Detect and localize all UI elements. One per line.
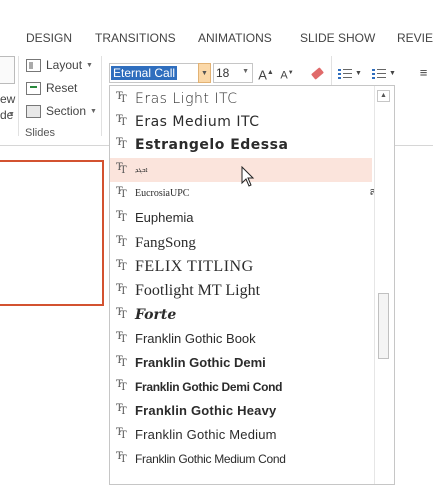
truetype-font-icon: [116, 137, 129, 151]
font-name-label: Franklin Gothic Medium: [135, 427, 277, 442]
numbering-icon[interactable]: ▼: [372, 63, 402, 83]
section-label: Section: [46, 104, 87, 118]
font-name-label: Franklin Gothic Demi Cond: [135, 380, 283, 394]
tab-animations[interactable]: ANIMATIONS: [198, 31, 272, 45]
font-list-item[interactable]: Forte: [110, 303, 372, 327]
chevron-down-icon[interactable]: ▼: [8, 111, 15, 118]
font-name-label: Franklin Gothic Demi: [135, 355, 266, 370]
truetype-font-icon: [116, 210, 129, 224]
font-list-item[interactable]: Eras Light ITC: [110, 87, 372, 111]
group-divider: [101, 56, 102, 136]
section-icon: [26, 104, 41, 118]
font-name-label: Franklin Gothic Medium Cond: [135, 452, 286, 466]
slides-group-label: Slides: [25, 127, 55, 139]
font-name-input[interactable]: Eternal Call: [111, 66, 178, 80]
truetype-font-icon: [116, 355, 129, 369]
reset-button[interactable]: Reset: [26, 79, 77, 97]
font-name-label: Eras Medium ITC: [135, 114, 260, 130]
font-list-item[interactable]: FangSong: [110, 231, 372, 255]
font-name-label: EucrosiaUPC: [135, 188, 190, 199]
chevron-down-icon[interactable]: ▼: [242, 68, 249, 75]
truetype-font-icon: [116, 186, 129, 200]
slide-thumbnail[interactable]: [0, 160, 104, 306]
truetype-font-icon: [116, 259, 129, 273]
font-list-item[interactable]: Franklin Gothic Medium Cond: [110, 447, 372, 471]
group-divider: [18, 56, 19, 136]
font-name-label: Estrangelo Edessa: [135, 137, 289, 153]
reset-label: Reset: [46, 81, 78, 95]
font-name-label: Eras Light ITC: [135, 91, 238, 107]
scrollbar[interactable]: ▲: [374, 86, 394, 484]
ribbon-tab-bar: DESIGN TRANSITIONS ANIMATIONS SLIDE SHOW…: [0, 0, 433, 50]
font-name-combobox[interactable]: Eternal Call: [109, 63, 210, 83]
increase-font-size-icon[interactable]: A▲: [257, 63, 275, 83]
tab-design[interactable]: DESIGN: [26, 31, 72, 45]
scroll-up-icon[interactable]: ▲: [377, 90, 390, 102]
truetype-font-icon: [116, 331, 129, 345]
mouse-cursor-icon: [241, 166, 255, 187]
truetype-font-icon: [116, 91, 129, 105]
truetype-font-icon: [116, 451, 129, 465]
decrease-font-size-icon[interactable]: A▼: [278, 63, 296, 83]
font-dropdown-list: Eras Light ITC Eras Medium ITC Estrangelo …: [109, 85, 395, 485]
truetype-font-icon: [116, 427, 129, 441]
new-slide-label[interactable]: ew: [0, 92, 15, 106]
font-name-label: FELIX TITLING: [135, 258, 254, 275]
scrollbar-thumb[interactable]: [378, 293, 389, 359]
chevron-down-icon: ▼: [90, 107, 97, 115]
toolbar-divider: [331, 56, 332, 86]
truetype-font-icon: [116, 162, 129, 176]
font-name-label: Euphemia: [135, 210, 194, 225]
bullets-icon[interactable]: ▼: [338, 63, 368, 83]
layout-icon: [26, 58, 41, 72]
font-list-item[interactable]: FELIX TITLING: [110, 255, 372, 279]
truetype-font-icon: [116, 283, 129, 297]
tab-transitions[interactable]: TRANSITIONS: [95, 31, 176, 45]
truetype-font-icon: [116, 379, 129, 393]
layout-button[interactable]: Layout ▼: [26, 56, 93, 74]
more-icon[interactable]: ≡: [414, 63, 433, 83]
font-name-label: ܐܒܓܕ: [135, 166, 148, 174]
font-list-item[interactable]: Franklin Gothic Book: [110, 327, 372, 351]
truetype-font-icon: [116, 114, 129, 128]
font-list-item[interactable]: Footlight MT Light: [110, 279, 372, 303]
font-list-item[interactable]: Franklin Gothic Heavy: [110, 399, 372, 423]
font-list-item[interactable]: Franklin Gothic Demi: [110, 351, 372, 375]
reset-icon: [26, 81, 41, 95]
font-name-label: FangSong: [135, 235, 196, 251]
font-name-label: Footlight MT Light: [135, 282, 261, 299]
layout-label: Layout: [46, 58, 83, 72]
truetype-font-icon: [116, 307, 129, 321]
font-dropdown-button[interactable]: ▼: [198, 63, 211, 83]
font-size-combobox[interactable]: 18 ▼: [213, 63, 253, 83]
font-name-label: Franklin Gothic Book: [135, 331, 256, 346]
font-size-input[interactable]: 18: [216, 66, 229, 80]
font-list-item[interactable]: Eras Medium ITC: [110, 110, 372, 134]
font-list-item[interactable]: Franklin Gothic Demi Cond: [110, 375, 372, 399]
font-list-item[interactable]: Franklin Gothic Medium: [110, 423, 372, 447]
tab-slide-show[interactable]: SLIDE SHOW: [300, 31, 375, 45]
font-name-label: Forte: [135, 307, 177, 323]
font-list-item[interactable]: Estrangelo Edessa: [110, 133, 372, 157]
clear-formatting-icon[interactable]: [307, 63, 327, 83]
tab-review[interactable]: REVIEW: [397, 31, 433, 45]
truetype-font-icon: [116, 403, 129, 417]
font-list-item[interactable]: Euphemia: [110, 206, 372, 230]
section-button[interactable]: Section ▼: [26, 102, 97, 120]
truetype-font-icon: [116, 235, 129, 249]
chevron-down-icon: ▼: [86, 61, 93, 69]
font-name-label: Franklin Gothic Heavy: [135, 403, 277, 418]
new-slide-icon[interactable]: [0, 56, 15, 84]
